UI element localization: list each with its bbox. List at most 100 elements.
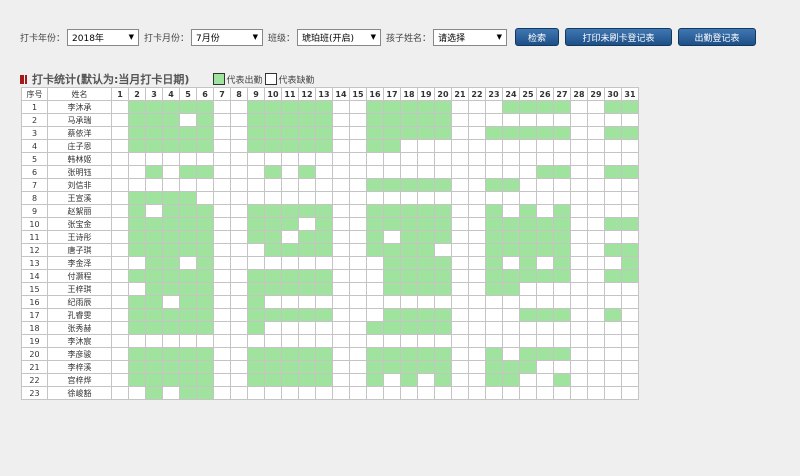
print-unswiped-button[interactable]: 打印未刷卡登记表	[565, 28, 673, 46]
attendance-cell-absent	[349, 386, 367, 400]
attendance-register-button[interactable]: 出勤登记表	[678, 28, 757, 46]
month-select[interactable]: 7月份 ▼	[191, 28, 264, 46]
search-button[interactable]: 检索	[515, 28, 560, 46]
attendance-cell-absent	[621, 321, 639, 335]
attendance-cell-absent	[400, 191, 418, 205]
attendance-cell-present	[196, 217, 214, 231]
attendance-cell-absent	[553, 113, 571, 127]
attendance-cell-absent	[570, 217, 588, 231]
child-select[interactable]: 请选择 ▼	[433, 28, 508, 46]
attendance-cell-present	[196, 295, 214, 309]
attendance-cell-absent	[230, 386, 248, 400]
attendance-cell-absent	[587, 178, 605, 192]
attendance-cell-present	[383, 308, 401, 322]
attendance-cell-absent	[349, 373, 367, 387]
attendance-cell-absent	[145, 204, 163, 218]
attendance-cell-present	[128, 113, 146, 127]
attendance-cell-absent	[485, 100, 503, 114]
attendance-cell-present	[298, 165, 316, 179]
attendance-cell-absent	[213, 321, 231, 335]
attendance-cell-absent	[213, 126, 231, 140]
attendance-cell-absent	[604, 334, 622, 348]
column-header-day: 31	[621, 87, 639, 101]
attendance-cell-absent	[349, 321, 367, 335]
attendance-cell-present	[383, 360, 401, 374]
student-name: 李沐承	[47, 100, 112, 114]
attendance-cell-present	[621, 243, 639, 257]
attendance-cell-present	[519, 230, 537, 244]
attendance-cell-absent	[587, 100, 605, 114]
attendance-cell-present	[417, 126, 435, 140]
attendance-cell-absent	[451, 191, 469, 205]
student-name: 蔡依洋	[47, 126, 112, 140]
attendance-cell-absent	[417, 139, 435, 153]
attendance-cell-absent	[604, 230, 622, 244]
attendance-cell-absent	[111, 204, 129, 218]
attendance-cell-present	[264, 139, 282, 153]
attendance-cell-present	[502, 178, 520, 192]
attendance-cell-absent	[519, 386, 537, 400]
attendance-cell-absent	[468, 100, 486, 114]
attendance-cell-absent	[247, 386, 265, 400]
attendance-cell-present	[417, 256, 435, 270]
table-row: 2 马承瑞	[21, 113, 639, 127]
attendance-cell-absent	[451, 386, 469, 400]
attendance-cell-absent	[451, 165, 469, 179]
attendance-cell-absent	[315, 165, 333, 179]
attendance-cell-absent	[468, 256, 486, 270]
attendance-cell-absent	[349, 152, 367, 166]
attendance-cell-present	[417, 321, 435, 335]
attendance-cell-absent	[366, 334, 384, 348]
attendance-cell-absent	[587, 321, 605, 335]
attendance-cell-absent	[485, 295, 503, 309]
attendance-cell-absent	[230, 243, 248, 257]
student-name: 徐峻豁	[47, 386, 112, 400]
attendance-cell-absent	[417, 165, 435, 179]
attendance-cell-present	[383, 217, 401, 231]
table-row: 7 刘信非	[21, 178, 639, 192]
attendance-cell-absent	[417, 386, 435, 400]
attendance-cell-present	[128, 100, 146, 114]
attendance-cell-absent	[332, 165, 350, 179]
table-row: 4 庄子恩	[21, 139, 639, 153]
year-select[interactable]: 2018年 ▼	[67, 28, 140, 46]
attendance-cell-present	[145, 360, 163, 374]
attendance-cell-absent	[468, 165, 486, 179]
attendance-cell-absent	[570, 230, 588, 244]
attendance-cell-absent	[485, 113, 503, 127]
attendance-cell-absent	[111, 386, 129, 400]
table-row: 20 李彦骏	[21, 347, 639, 361]
attendance-cell-absent	[332, 113, 350, 127]
attendance-cell-absent	[213, 100, 231, 114]
attendance-cell-present	[298, 360, 316, 374]
attendance-cell-absent	[179, 334, 197, 348]
student-name: 纪雨辰	[47, 295, 112, 309]
attendance-cell-present	[315, 217, 333, 231]
column-header-day: 18	[400, 87, 418, 101]
attendance-cell-absent	[264, 191, 282, 205]
attendance-cell-absent	[332, 269, 350, 283]
attendance-cell-present	[315, 139, 333, 153]
attendance-cell-present	[434, 321, 452, 335]
attendance-cell-present	[264, 269, 282, 283]
attendance-cell-absent	[111, 373, 129, 387]
attendance-cell-absent	[502, 334, 520, 348]
attendance-cell-absent	[196, 334, 214, 348]
column-header-day: 29	[587, 87, 605, 101]
attendance-cell-present	[485, 360, 503, 374]
column-header-day: 6	[196, 87, 214, 101]
attendance-cell-absent	[485, 386, 503, 400]
column-header-index: 序号	[21, 87, 48, 101]
attendance-cell-absent	[468, 152, 486, 166]
column-header-day: 9	[247, 87, 265, 101]
class-select-value: 琥珀班(开启)	[302, 33, 355, 44]
attendance-cell-absent	[536, 386, 554, 400]
attendance-cell-present	[264, 243, 282, 257]
column-header-day: 1	[111, 87, 129, 101]
attendance-cell-absent	[468, 269, 486, 283]
attendance-cell-absent	[621, 204, 639, 218]
row-index: 9	[21, 204, 48, 218]
attendance-cell-absent	[536, 360, 554, 374]
class-select[interactable]: 琥珀班(开启) ▼	[297, 28, 382, 46]
row-index: 22	[21, 373, 48, 387]
